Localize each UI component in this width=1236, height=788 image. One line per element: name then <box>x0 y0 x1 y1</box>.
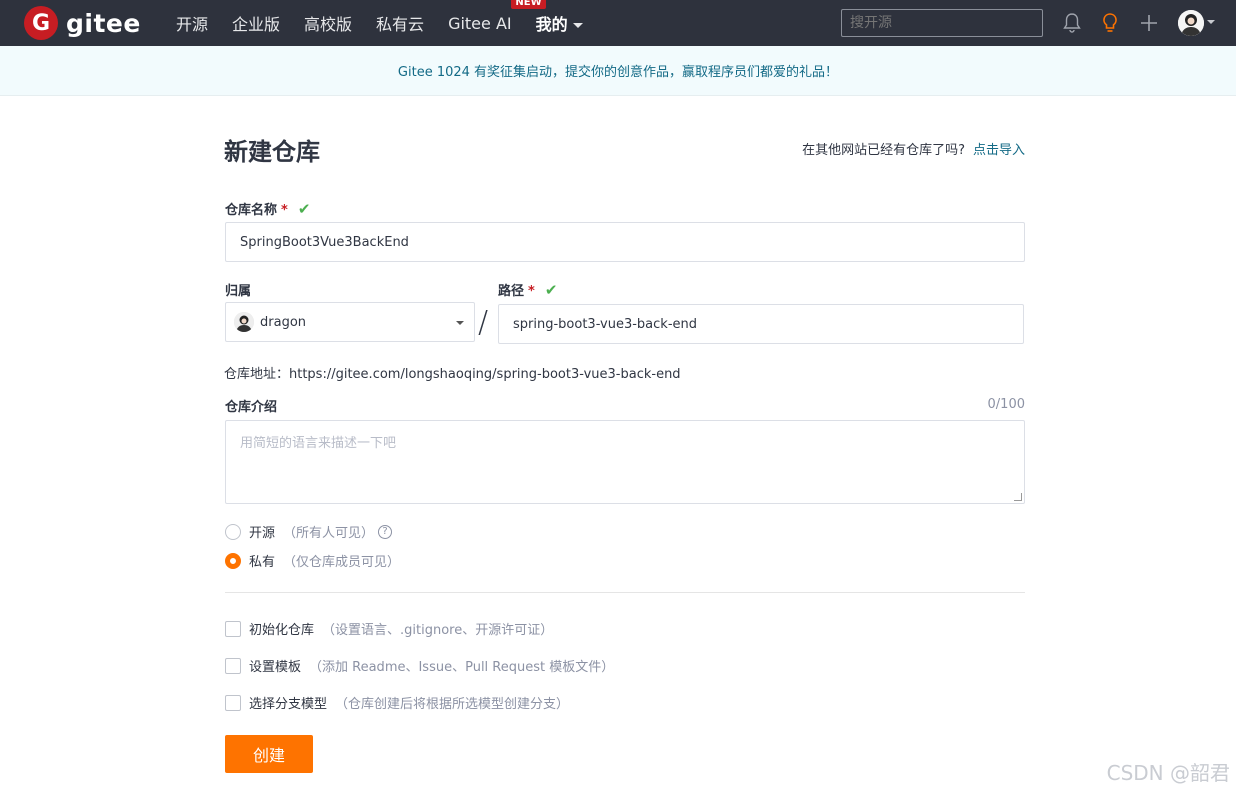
check-icon: ✔ <box>297 200 311 218</box>
open-label: 开源 <box>249 526 276 541</box>
gitee-logo[interactable]: G gitee <box>24 6 141 40</box>
lightbulb-icon[interactable] <box>1098 11 1122 35</box>
owner-value: dragon <box>260 314 307 330</box>
repo-url: 仓库地址：https://gitee.com/longshaoqing/spri… <box>224 367 681 382</box>
chevron-down-icon <box>456 321 464 325</box>
resize-handle-icon[interactable] <box>1014 493 1022 501</box>
option-hint: （仓库创建后将根据所选模型创建分支） <box>335 697 570 712</box>
required-mark: * <box>281 203 288 218</box>
search-input[interactable] <box>841 9 1043 37</box>
option-template[interactable]: 设置模板 （添加 Readme、Issue、Pull Request 模板文件） <box>225 656 614 675</box>
owner-select[interactable]: dragon <box>225 302 475 342</box>
bell-icon[interactable] <box>1060 11 1084 35</box>
top-navbar: G gitee 开源 企业版 高校版 私有云 Gitee AI NEW 我的 <box>0 0 1236 46</box>
create-button[interactable]: 创建 <box>225 735 313 773</box>
banner-text[interactable]: Gitee 1024 有奖征集启动，提交你的创意作品，赢取程序员们都爱的礼品！ <box>398 61 838 80</box>
avatar-chevron-down-icon[interactable] <box>1207 20 1215 24</box>
main-nav: 开源 企业版 高校版 私有云 Gitee AI NEW 我的 <box>176 0 607 46</box>
watermark: CSDN @韶君 <box>1106 761 1230 785</box>
option-label: 设置模板 <box>249 660 302 675</box>
repo-name-label: 仓库名称 * ✔ <box>225 199 310 218</box>
radio-private[interactable] <box>225 552 241 569</box>
checkbox-init-repo[interactable] <box>225 620 241 637</box>
option-hint: （添加 Readme、Issue、Pull Request 模板文件） <box>309 660 615 675</box>
description-counter: 0/100 <box>987 397 1025 412</box>
checkbox-branch-model[interactable] <box>225 694 241 711</box>
visibility-private-option[interactable]: 私有 （仅仓库成员可见） <box>225 551 400 570</box>
description-placeholder: 用简短的语言来描述一下吧 <box>240 436 397 451</box>
page-title: 新建仓库 <box>224 138 320 166</box>
path-label-text: 路径 <box>498 284 525 299</box>
option-branch-model[interactable]: 选择分支模型 （仓库创建后将根据所选模型创建分支） <box>225 693 569 712</box>
description-textarea[interactable]: 用简短的语言来描述一下吧 <box>225 420 1025 504</box>
chevron-down-icon <box>572 23 583 28</box>
user-avatar[interactable] <box>1178 10 1204 36</box>
import-hint: 在其他网站已经有仓库了吗? 点击导入 <box>802 139 1025 158</box>
option-hint: （设置语言、.gitignore、开源许可证） <box>322 623 554 638</box>
private-label: 私有 <box>249 555 276 570</box>
path-input[interactable]: spring-boot3-vue3-back-end <box>498 304 1024 344</box>
announcement-banner[interactable]: Gitee 1024 有奖征集启动，提交你的创意作品，赢取程序员们都爱的礼品！ <box>0 46 1236 96</box>
private-hint: （仅仓库成员可见） <box>283 555 401 570</box>
nav-item-gitee-ai[interactable]: Gitee AI NEW <box>448 0 546 33</box>
nav-item-mine[interactable]: 我的 <box>536 11 583 35</box>
owner-label: 归属 <box>225 284 252 299</box>
option-init-repo[interactable]: 初始化仓库 （设置语言、.gitignore、开源许可证） <box>225 619 553 638</box>
plus-icon[interactable] <box>1137 11 1161 35</box>
visibility-open-option[interactable]: 开源 （所有人可见） ? <box>225 522 393 541</box>
owner-avatar <box>234 312 254 332</box>
divider <box>225 592 1025 593</box>
logo-badge: G <box>24 6 58 40</box>
nav-item-mine-label: 我的 <box>535 15 568 34</box>
nav-item-open-source[interactable]: 开源 <box>176 11 208 35</box>
radio-open[interactable] <box>225 523 241 540</box>
option-label: 初始化仓库 <box>249 623 315 638</box>
question-icon[interactable]: ? <box>378 524 393 539</box>
open-hint: （所有人可见） <box>283 526 375 541</box>
path-label: 路径 * ✔ <box>498 280 557 299</box>
repo-name-label-text: 仓库名称 <box>225 203 278 218</box>
import-link[interactable]: 点击导入 <box>973 143 1025 158</box>
description-label: 仓库介绍 <box>225 400 278 415</box>
logo-text: gitee <box>66 8 141 38</box>
nav-item-education[interactable]: 高校版 <box>304 11 352 35</box>
import-hint-text: 在其他网站已经有仓库了吗? <box>802 143 965 158</box>
nav-item-enterprise[interactable]: 企业版 <box>232 11 280 35</box>
checkbox-template[interactable] <box>225 657 241 674</box>
required-mark: * <box>528 284 535 299</box>
nav-item-private-cloud[interactable]: 私有云 <box>376 11 424 35</box>
nav-item-gitee-ai-label: Gitee AI <box>448 13 512 33</box>
option-label: 选择分支模型 <box>249 697 328 712</box>
new-badge: NEW <box>511 0 546 9</box>
path-separator: / <box>478 305 489 340</box>
check-icon: ✔ <box>544 281 558 299</box>
repo-name-input[interactable]: SpringBoot3Vue3BackEnd <box>225 222 1025 262</box>
